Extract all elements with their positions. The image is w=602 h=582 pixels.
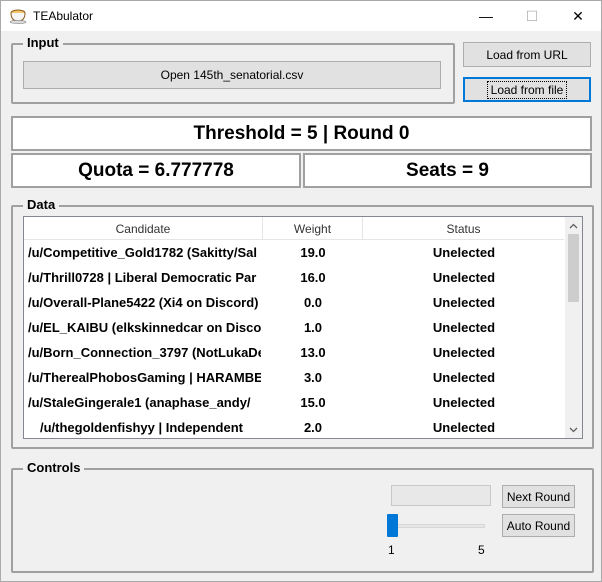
status-cell: Unelected bbox=[432, 370, 496, 385]
table-row[interactable]: /u/Overall-Plane5422 (Xi4 on Discord) 0.… bbox=[24, 290, 564, 315]
data-group-title: Data bbox=[23, 197, 60, 212]
round-input[interactable] bbox=[391, 485, 491, 506]
load-from-url-label: Load from URL bbox=[486, 47, 568, 62]
weight-cell: 19.0 bbox=[300, 245, 326, 260]
close-icon: ✕ bbox=[572, 7, 584, 24]
weight-cell: 15.0 bbox=[300, 395, 326, 410]
app-window: TEAbulator — ☐ ✕ Input Open 145th_senato… bbox=[0, 0, 602, 582]
candidate-cell: /u/EL_KAIBU (elkskinnedcar on Disco bbox=[28, 320, 261, 335]
status-cell: Unelected bbox=[432, 320, 496, 335]
title-bar[interactable]: TEAbulator — ☐ ✕ bbox=[1, 1, 601, 31]
table-row[interactable]: /u/EL_KAIBU (elkskinnedcar on Disco 1.0 … bbox=[24, 315, 564, 340]
table-row[interactable]: /u/StaleGingerale1 (anaphase_andy/ 15.0 … bbox=[24, 390, 564, 415]
open-file-button-label: Open 145th_senatorial.csv bbox=[160, 68, 304, 82]
candidate-cell: /u/TherealPhobosGaming | HARAMBE bbox=[28, 370, 261, 385]
candidate-cell: /u/Competitive_Gold1782 (Sakitty/Sal bbox=[28, 245, 258, 260]
scroll-up-icon[interactable] bbox=[565, 217, 582, 234]
controls-group-title: Controls bbox=[23, 460, 85, 475]
input-group-title: Input bbox=[23, 35, 63, 50]
slider-min-label: 1 bbox=[388, 543, 395, 557]
table-row[interactable]: /u/thegoldenfishyy | Independent 2.0 Une… bbox=[24, 415, 564, 438]
status-cell: Unelected bbox=[432, 245, 496, 260]
weight-cell: 16.0 bbox=[300, 270, 326, 285]
threshold-round-text: Threshold = 5 | Round 0 bbox=[193, 122, 410, 144]
column-header-weight[interactable]: Weight bbox=[263, 217, 363, 240]
status-cell: Unelected bbox=[432, 395, 496, 410]
candidate-cell: /u/Thrill0728 | Liberal Democratic Par bbox=[28, 270, 257, 285]
weight-cell: 1.0 bbox=[303, 320, 323, 335]
speed-slider-thumb[interactable] bbox=[387, 514, 398, 537]
minimize-button[interactable]: — bbox=[463, 1, 509, 31]
table-row[interactable]: /u/TherealPhobosGaming | HARAMBE 3.0 Une… bbox=[24, 365, 564, 390]
load-from-file-label: Load from file bbox=[486, 80, 568, 99]
window-title: TEAbulator bbox=[33, 9, 94, 23]
maximize-button[interactable]: ☐ bbox=[509, 1, 555, 31]
seats-display: Seats = 9 bbox=[303, 153, 592, 188]
table-row[interactable]: /u/Born_Connection_3797 (NotLukaDe 13.0 … bbox=[24, 340, 564, 365]
table-row[interactable]: /u/Competitive_Gold1782 (Sakitty/Sal 19.… bbox=[24, 240, 564, 265]
results-table[interactable]: Candidate Weight Status /u/Competitive_G… bbox=[23, 216, 583, 439]
teacup-icon bbox=[9, 9, 27, 24]
next-round-label: Next Round bbox=[506, 489, 571, 504]
slider-max-label: 5 bbox=[478, 543, 485, 557]
weight-cell: 2.0 bbox=[303, 420, 323, 435]
column-header-candidate[interactable]: Candidate bbox=[24, 217, 263, 240]
threshold-round-display: Threshold = 5 | Round 0 bbox=[11, 116, 592, 151]
close-button[interactable]: ✕ bbox=[555, 1, 601, 31]
weight-cell: 0.0 bbox=[303, 295, 323, 310]
column-header-status[interactable]: Status bbox=[363, 217, 564, 240]
auto-round-label: Auto Round bbox=[506, 518, 571, 533]
seats-text: Seats = 9 bbox=[406, 159, 489, 181]
status-cell: Unelected bbox=[432, 345, 496, 360]
weight-cell: 3.0 bbox=[303, 370, 323, 385]
minimize-icon: — bbox=[479, 8, 493, 24]
weight-cell: 13.0 bbox=[300, 345, 326, 360]
auto-round-button[interactable]: Auto Round bbox=[502, 514, 575, 537]
candidate-cell: /u/StaleGingerale1 (anaphase_andy/ bbox=[28, 395, 251, 410]
table-header: Candidate Weight Status bbox=[24, 217, 564, 240]
open-file-button[interactable]: Open 145th_senatorial.csv bbox=[23, 61, 441, 89]
candidate-cell: /u/Born_Connection_3797 (NotLukaDe bbox=[28, 345, 261, 360]
quota-display: Quota = 6.777778 bbox=[11, 153, 301, 188]
next-round-button[interactable]: Next Round bbox=[502, 485, 575, 508]
load-from-url-button[interactable]: Load from URL bbox=[463, 42, 591, 67]
status-cell: Unelected bbox=[432, 295, 496, 310]
maximize-icon: ☐ bbox=[525, 7, 539, 24]
status-cell: Unelected bbox=[432, 270, 496, 285]
quota-text: Quota = 6.777778 bbox=[78, 159, 234, 181]
table-row[interactable]: /u/Thrill0728 | Liberal Democratic Par 1… bbox=[24, 265, 564, 290]
candidate-cell: /u/thegoldenfishyy | Independent bbox=[40, 420, 243, 435]
input-group: Input Open 145th_senatorial.csv bbox=[11, 35, 455, 104]
status-cell: Unelected bbox=[432, 420, 496, 435]
load-from-file-button[interactable]: Load from file bbox=[463, 77, 591, 102]
candidate-cell: /u/Overall-Plane5422 (Xi4 on Discord) bbox=[28, 295, 259, 310]
scroll-thumb[interactable] bbox=[568, 234, 579, 302]
speed-slider-track[interactable] bbox=[391, 524, 485, 528]
vertical-scrollbar[interactable] bbox=[565, 217, 582, 438]
scroll-down-icon[interactable] bbox=[565, 421, 582, 438]
